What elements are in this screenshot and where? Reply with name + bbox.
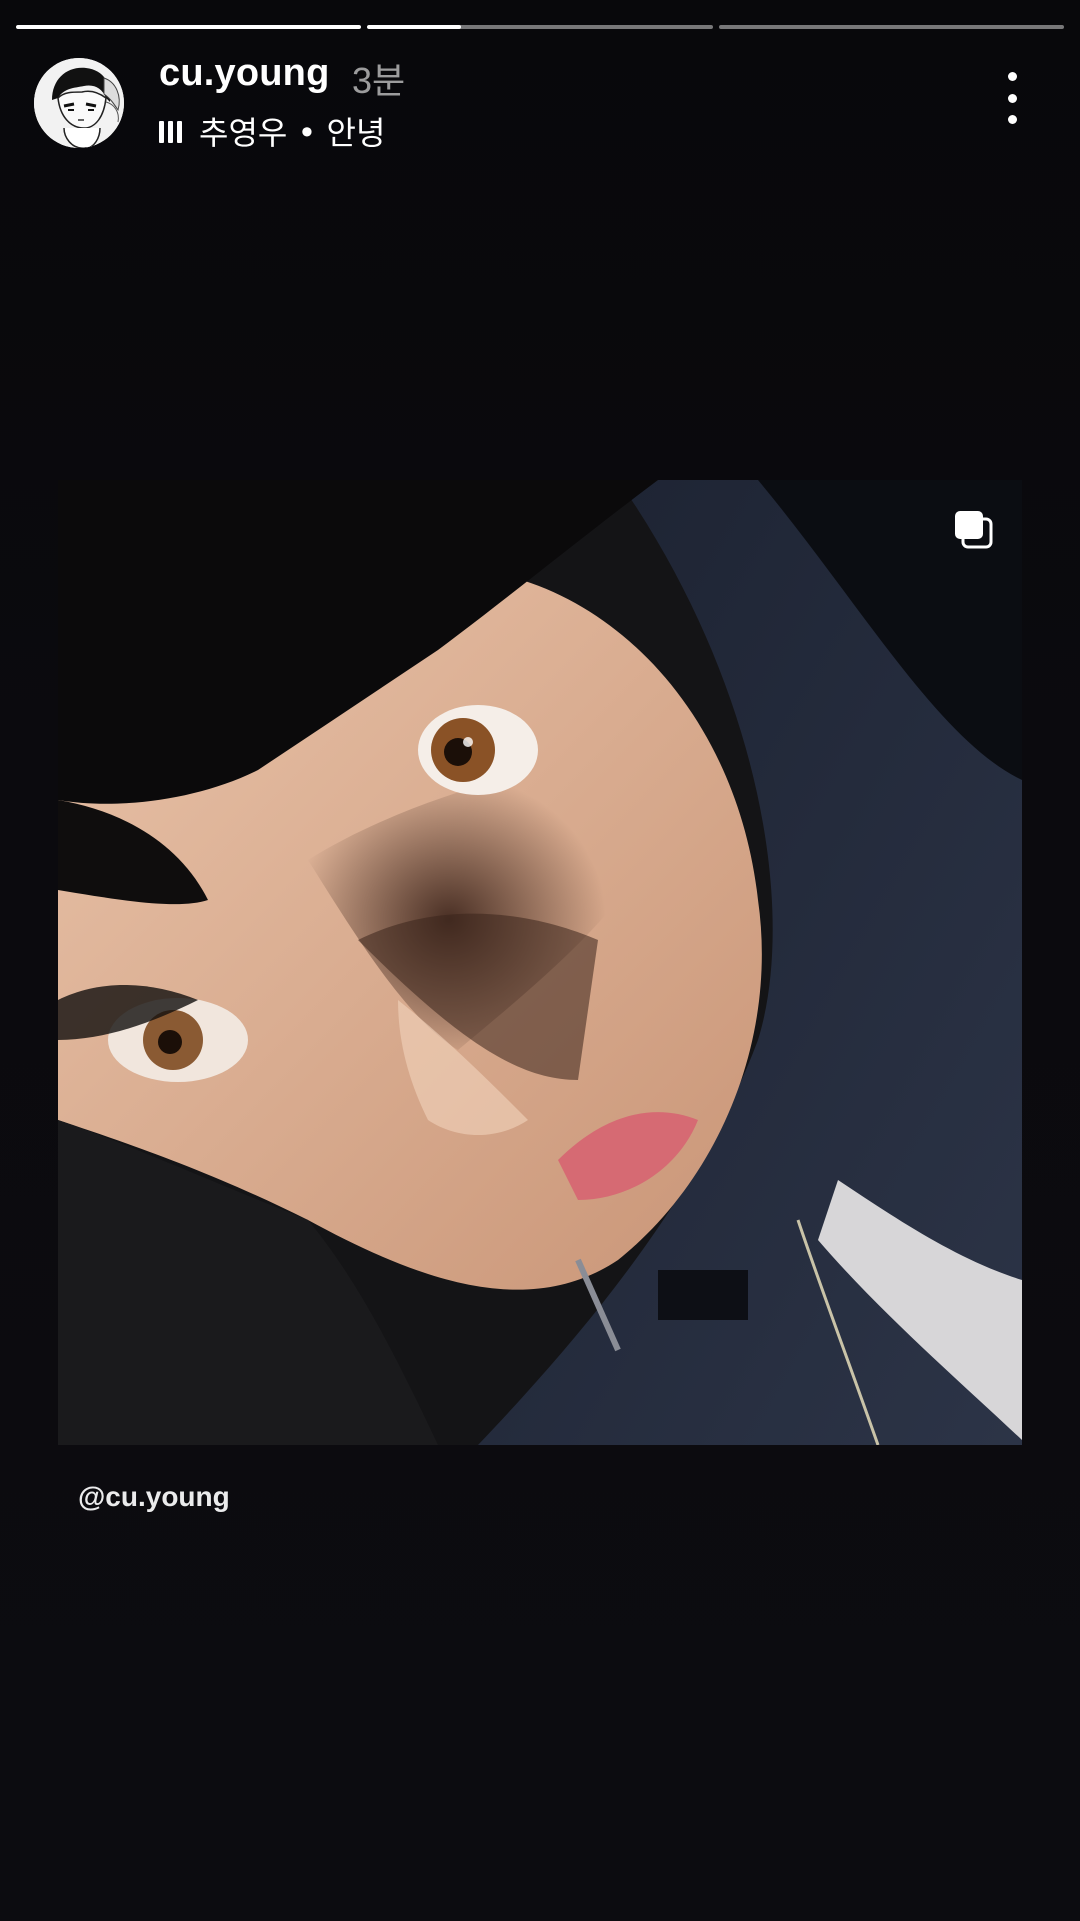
carousel-multiple-icon (953, 509, 993, 549)
mention-tag[interactable]: @cu.young (78, 1481, 230, 1513)
username[interactable]: cu.young (159, 52, 330, 95)
avatar[interactable] (34, 58, 124, 148)
music-bars-icon (159, 119, 185, 143)
progress-segment-1 (16, 25, 362, 29)
avatar-illustration (34, 58, 124, 148)
music-sticker[interactable]: 추영우 • 안녕 (159, 111, 386, 152)
progress-segment-2 (367, 25, 713, 29)
shared-post-photo[interactable] (58, 480, 1022, 1445)
music-label: 추영우 • 안녕 (199, 114, 386, 152)
progress-segment-3 (718, 25, 1064, 29)
more-options-button[interactable] (996, 72, 1028, 124)
more-vertical-icon (1007, 72, 1017, 81)
story-viewer[interactable]: cu.young 3분 추영우 • 안녕 @cu.young (0, 0, 1080, 1921)
timestamp: 3분 (352, 60, 406, 101)
story-progress-bar (16, 25, 1064, 29)
post-image (58, 480, 1022, 1445)
